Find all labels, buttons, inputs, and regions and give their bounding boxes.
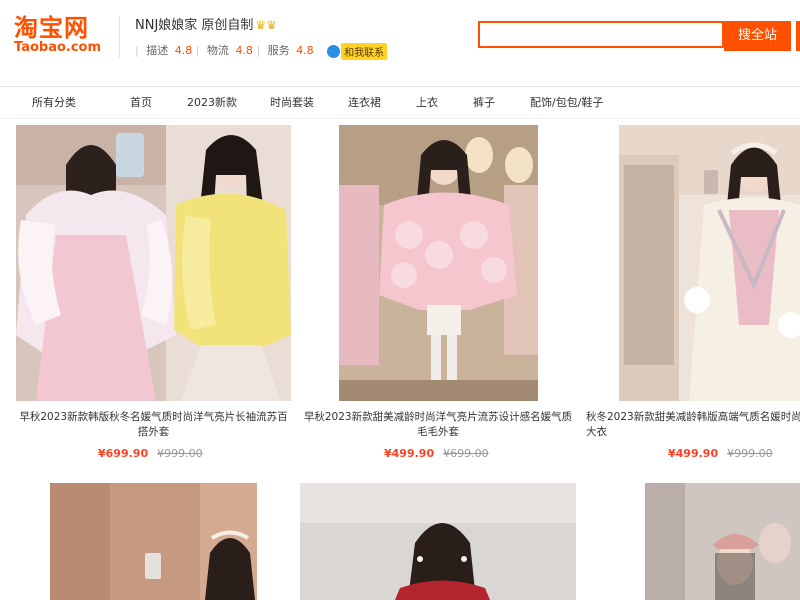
rating-value-desc: 4.8	[174, 44, 193, 57]
product-original-price: ¥699.00	[443, 447, 489, 460]
nav-pants[interactable]: 裤子	[473, 94, 495, 110]
taobao-logo[interactable]: 淘宝网 Taobao.com	[14, 14, 104, 55]
rating-value-logistics: 4.8	[235, 44, 253, 57]
search-shop-button[interactable]	[796, 21, 800, 51]
wangwang-chat-icon	[327, 44, 341, 58]
contact-seller-button[interactable]: 和我联系	[327, 42, 388, 60]
product-price: ¥699.90	[98, 447, 149, 460]
product-price-row: ¥699.90 ¥999.00	[98, 447, 203, 460]
search-all-button[interactable]: 搜全站	[724, 21, 791, 51]
search-input[interactable]	[480, 23, 722, 46]
ratings-divider: |	[195, 44, 200, 57]
search-box	[478, 21, 724, 48]
product-price-row: ¥499.90 ¥999.00	[668, 447, 773, 460]
nav-new-2023[interactable]: 2023新款	[187, 94, 237, 110]
product-image[interactable]	[619, 125, 800, 401]
rating-value-service: 4.8	[296, 44, 314, 57]
product-price: ¥499.90	[668, 447, 719, 460]
ratings-divider: |	[135, 44, 139, 57]
nav-divider-line	[0, 118, 800, 119]
rating-label-desc: 描述	[146, 44, 169, 57]
product-image[interactable]	[339, 125, 538, 401]
header-divider	[119, 16, 120, 58]
rating-label-logistics: 物流	[206, 44, 229, 57]
nav-accessories[interactable]: 配饰/包包/鞋子	[530, 94, 603, 110]
product-title[interactable]: 早秋2023新款韩版秋冬名媛气质时尚洋气亮片长袖流苏百搭外套	[16, 410, 291, 440]
ratings-divider: |	[256, 44, 261, 57]
product-image[interactable]	[300, 483, 576, 600]
nav-all-categories[interactable]: 所有分类	[32, 94, 76, 110]
product-title[interactable]: 早秋2023新款甜美减龄时尚洋气亮片流苏设计感名媛气质毛毛外套	[300, 410, 576, 440]
product-image[interactable]	[50, 483, 257, 600]
shop-name: NNJ娘娘家 原创自制	[135, 18, 254, 33]
nav-tops[interactable]: 上衣	[416, 94, 438, 110]
product-image[interactable]	[645, 483, 800, 600]
product-original-price: ¥999.00	[727, 447, 773, 460]
logo-en-text: Taobao.com	[14, 40, 102, 55]
rating-label-service: 服务	[267, 44, 290, 57]
nav-home[interactable]: 首页	[130, 94, 152, 110]
product-original-price: ¥999.00	[157, 447, 203, 460]
crown-icon: ♛♛	[255, 18, 277, 32]
header: 淘宝网 Taobao.com NNJ娘娘家 原创自制 ♛♛ | 描述 4.8 | …	[0, 0, 800, 86]
shop-ratings: | 描述 4.8 | 物流 4.8 | 服务 4.8 和我联系	[135, 42, 388, 60]
header-divider-line	[0, 86, 800, 87]
nav-dresses[interactable]: 连衣裙	[348, 94, 381, 110]
shop-nav: 所有分类 首页 2023新款 时尚套装 连衣裙 上衣 裤子 配饰/包包/鞋子	[0, 88, 800, 116]
product-price: ¥499.90	[384, 447, 435, 460]
product-title[interactable]: 秋冬2023新款甜美减龄韩版高端气质名媛时尚呢大衣	[586, 410, 800, 440]
nav-fashion-sets[interactable]: 时尚套装	[270, 94, 314, 110]
product-image[interactable]	[16, 125, 291, 401]
shop-title[interactable]: NNJ娘娘家 原创自制 ♛♛	[135, 14, 277, 33]
logo-cn-text: 淘宝网	[14, 14, 89, 42]
product-price-row: ¥499.90 ¥699.00	[384, 447, 489, 460]
contact-label: 和我联系	[341, 42, 388, 60]
